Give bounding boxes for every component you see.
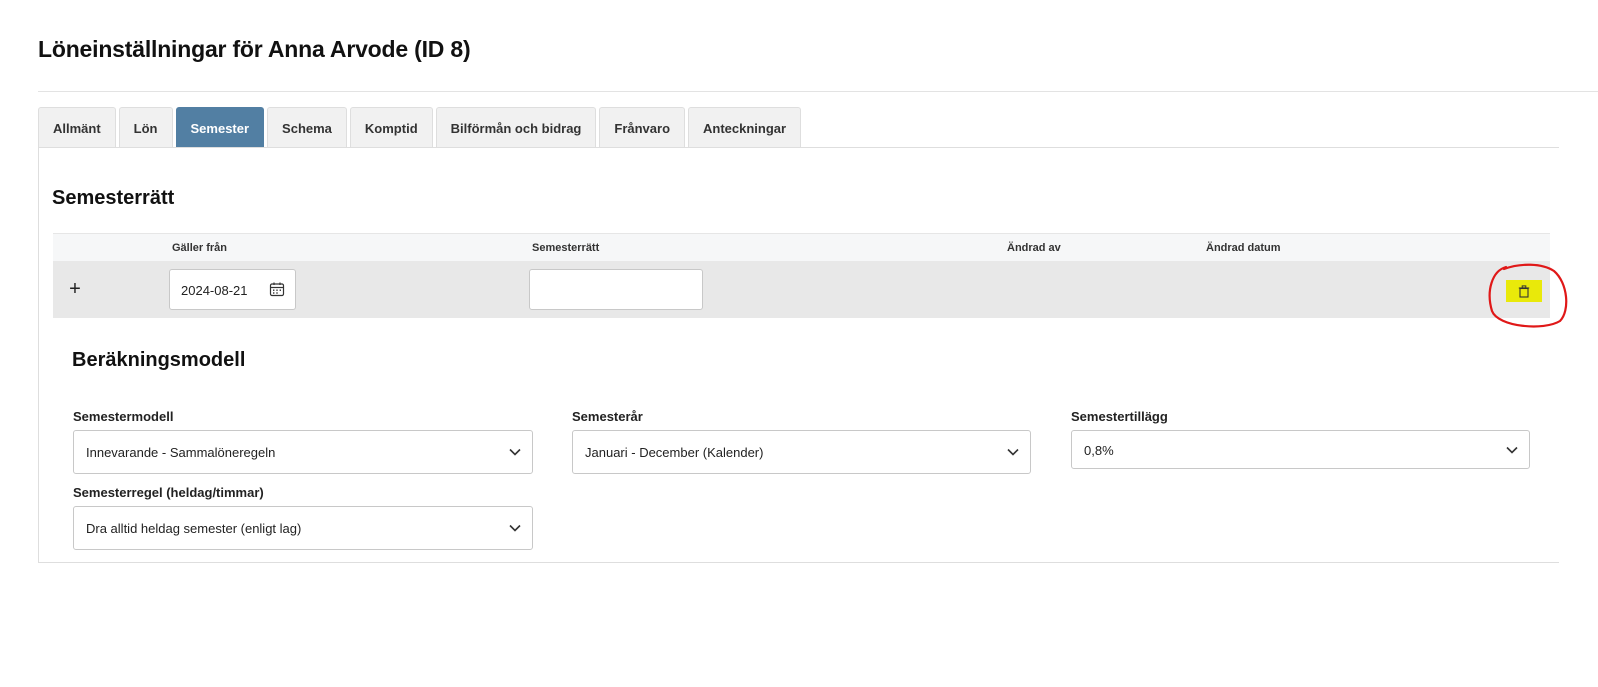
chevron-down-icon	[509, 524, 521, 532]
tab-anteckningar[interactable]: Anteckningar	[688, 107, 802, 148]
tab-bilforman-och-bidrag[interactable]: Bilförmån och bidrag	[435, 107, 597, 148]
semesterratt-input[interactable]	[529, 269, 703, 310]
table-row: + 2024-08-21	[53, 261, 1550, 318]
tab-schema[interactable]: Schema	[267, 107, 347, 148]
plus-icon[interactable]: +	[66, 277, 84, 301]
date-value: 2024-08-21	[181, 283, 248, 298]
date-field-galler-fran[interactable]: 2024-08-21	[169, 269, 296, 310]
page-title: Löneinställningar för Anna Arvode (ID 8)	[38, 36, 471, 62]
label-semesterregel: Semesterregel (heldag/timmar)	[73, 485, 264, 500]
tab-allmant[interactable]: Allmänt	[38, 107, 116, 148]
tab-panel	[38, 147, 1559, 563]
label-semesterar: Semesterår	[572, 409, 643, 424]
tab-franvaro[interactable]: Frånvaro	[599, 107, 686, 148]
grid-header: Gäller från Semesterrätt Ändrad av Ändra…	[53, 233, 1550, 261]
tab-lon[interactable]: Lön	[118, 107, 173, 148]
delete-row-button[interactable]	[1506, 280, 1542, 302]
label-semestermodell: Semestermodell	[73, 409, 174, 424]
select-semestermodell[interactable]: Innevarande - Sammalöneregeln	[73, 430, 533, 474]
tab-bar: Allmänt Lön Semester Schema Komptid Bilf…	[38, 107, 804, 148]
select-value: 0,8%	[1084, 443, 1114, 458]
column-header-galler-fran: Gäller från	[172, 242, 228, 254]
title-divider	[38, 91, 1598, 92]
tab-komptid[interactable]: Komptid	[349, 107, 433, 148]
column-header-semesterratt: Semesterrätt	[532, 242, 600, 254]
label-semestertillagg: Semestertillägg	[1071, 409, 1168, 424]
select-semestertillagg[interactable]: 0,8%	[1071, 430, 1530, 469]
select-semesterregel[interactable]: Dra alltid heldag semester (enligt lag)	[73, 506, 533, 550]
select-semesterar[interactable]: Januari - December (Kalender)	[572, 430, 1031, 474]
select-value: Innevarande - Sammalöneregeln	[86, 445, 276, 460]
chevron-down-icon	[509, 448, 521, 456]
tab-semester[interactable]: Semester	[175, 107, 265, 148]
chevron-down-icon	[1007, 448, 1019, 456]
section-title-semesterratt: Semesterrätt	[52, 187, 175, 209]
chevron-down-icon	[1506, 446, 1518, 454]
calendar-icon[interactable]	[269, 281, 285, 297]
trash-icon	[1518, 284, 1530, 298]
column-header-andrad-av: Ändrad av	[1007, 242, 1061, 254]
select-value: Dra alltid heldag semester (enligt lag)	[86, 521, 302, 536]
section-title-berakningsmodell: Beräkningsmodell	[72, 349, 246, 371]
column-header-andrad-datum: Ändrad datum	[1206, 242, 1281, 254]
select-value: Januari - December (Kalender)	[585, 445, 764, 460]
